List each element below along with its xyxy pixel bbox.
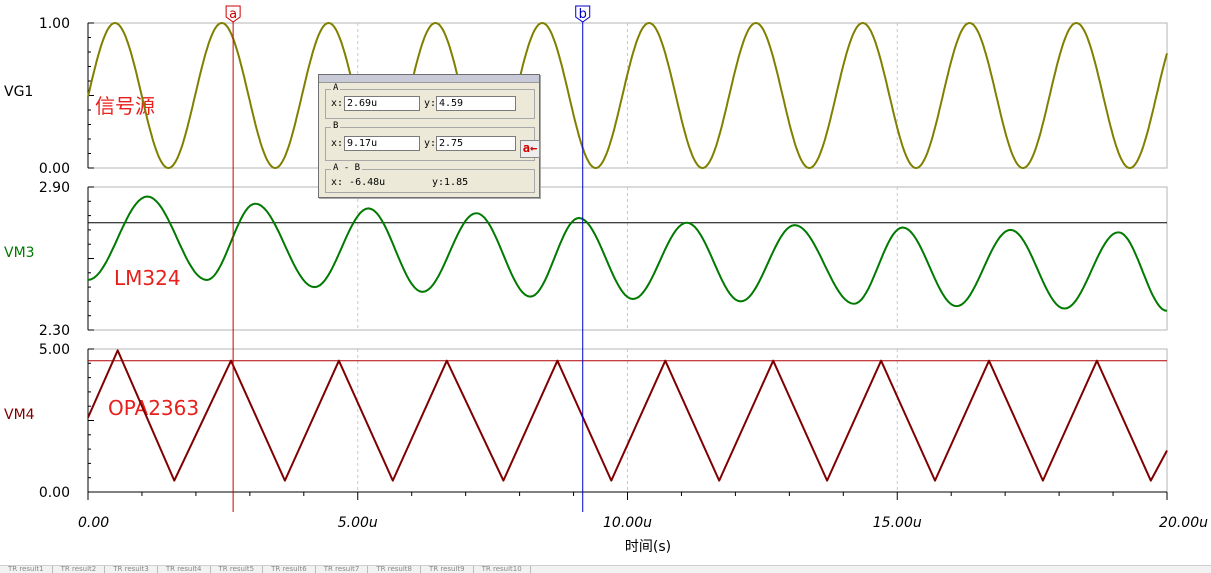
cursor-b-label: b xyxy=(579,7,587,22)
cursor-a-group-label: A xyxy=(331,83,341,93)
y-tick-label: 2.90 xyxy=(39,180,70,196)
x-axis-label: 时间(s) xyxy=(625,539,671,555)
cursor-b-x-field[interactable]: 9.17u xyxy=(344,136,420,151)
trace-annotation: OPA2363 xyxy=(108,396,199,420)
cursor-b-group: B x: 9.17u y: 2.75 a← xyxy=(325,121,540,161)
y-tick-label: 1.00 xyxy=(39,16,70,32)
cursor-diff-x: x: -6.48u xyxy=(331,177,386,188)
swap-cursor-button[interactable]: a← xyxy=(520,140,540,158)
cursor-a-x-field[interactable]: 2.69u xyxy=(344,96,420,111)
cursor-a-group: A x: 2.69u y: 4.59 xyxy=(325,83,535,119)
y-tick-label: 0.00 xyxy=(39,161,70,177)
trace-annotation: LM324 xyxy=(114,266,181,290)
cursor-a-y-label: y: xyxy=(424,98,437,109)
trace-name-label: VM4 xyxy=(4,407,35,423)
trace-name-label: VM3 xyxy=(4,245,35,261)
cursor-a-y-field[interactable]: 4.59 xyxy=(436,96,516,111)
cursor-diff-y: y:1.85 xyxy=(432,177,469,188)
cursor-b-y-field[interactable]: 2.75 xyxy=(436,136,516,151)
y-tick-label: 2.30 xyxy=(39,323,70,339)
cursor-a-label: a xyxy=(229,7,237,22)
y-tick-label: 5.00 xyxy=(39,342,70,358)
y-tick-label: 0.00 xyxy=(39,485,70,501)
x-tick-label: 0.00 xyxy=(78,515,109,531)
cursor-diff-group-label: A - B xyxy=(331,163,363,173)
x-tick-label: 15.00u xyxy=(873,515,922,531)
x-tick-label: 20.00u xyxy=(1159,515,1208,531)
waveform-plot: 1.000.00VG1信号源2.902.30VM3LM3245.000.00VM… xyxy=(4,5,1208,555)
x-tick-label: 10.00u xyxy=(603,515,652,531)
cursor-b-x-label: x: xyxy=(331,138,344,149)
cursor-dialog[interactable]: A x: 2.69u y: 4.59 B x: 9.17u y: 2.75 a←… xyxy=(318,74,540,198)
cursor-b-group-label: B xyxy=(331,121,341,131)
cursor-diff-group: A - B x: -6.48u y:1.85 xyxy=(325,163,535,193)
trace-name-label: VG1 xyxy=(4,84,33,100)
cursor-a-x-label: x: xyxy=(331,98,344,109)
cursor-b-y-label: y: xyxy=(424,138,437,149)
dialog-titlebar[interactable] xyxy=(319,75,539,83)
x-tick-label: 5.00u xyxy=(338,515,378,531)
